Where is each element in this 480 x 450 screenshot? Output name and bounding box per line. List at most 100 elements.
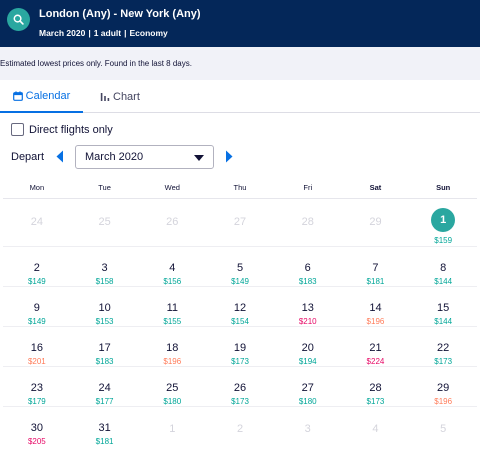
calendar-day-outside-month: 28: [274, 199, 342, 246]
tab-chart[interactable]: Chart: [100, 80, 140, 113]
calendar-day[interactable]: 19 $173: [206, 327, 274, 366]
calendar-day-outside-month: 27: [206, 199, 274, 246]
day-price: $210: [298, 317, 317, 326]
calendar-day[interactable]: 25 $180: [138, 367, 206, 406]
calendar-day-outside-month: 24: [3, 199, 71, 246]
calendar-day[interactable]: 15 $144: [409, 287, 477, 326]
search-button[interactable]: [7, 8, 30, 31]
day-price: $196: [366, 317, 385, 326]
calendar-day[interactable]: 24 $177: [71, 367, 139, 406]
day-number: 24: [98, 382, 111, 394]
day-price: $173: [434, 357, 453, 366]
day-price: $196: [163, 357, 182, 366]
direct-flights-filter[interactable]: Direct flights only: [11, 123, 113, 136]
calendar-day[interactable]: 2 $149: [3, 247, 71, 286]
calendar-day[interactable]: 16 $201: [3, 327, 71, 366]
day-number: 21: [369, 342, 382, 354]
calendar-day[interactable]: 20 $194: [274, 327, 342, 366]
weekday-wed: Wed: [164, 183, 180, 192]
day-number: 22: [437, 342, 450, 354]
day-price: $149: [27, 277, 46, 286]
calendar-day[interactable]: 28 $173: [342, 367, 410, 406]
day-number: 8: [440, 262, 447, 274]
search-summary-header: London (Any) - New York (Any) March 2020…: [0, 0, 480, 47]
calendar-week: 16 $201 17 $183 18 $196 19 $173 20 $194 21 $224 22 $1…: [3, 327, 477, 367]
weekday-header: Mon Tue Wed Thu Fri Sat Sun: [3, 183, 477, 195]
weekday-tue: Tue: [98, 183, 111, 192]
calendar-day[interactable]: 8 $144: [409, 247, 477, 286]
day-number: 4: [169, 262, 176, 274]
day-number: 30: [30, 422, 43, 434]
chevron-left-icon: [56, 150, 63, 163]
day-number: 28: [369, 382, 382, 394]
day-number: 5: [236, 262, 244, 274]
day-number: 18: [166, 342, 179, 354]
day-price: $224: [366, 357, 385, 366]
calendar-day-selected[interactable]: 1 $159: [409, 199, 477, 246]
day-number: 27: [233, 216, 247, 228]
day-number: 26: [233, 382, 247, 394]
day-price: $154: [231, 317, 249, 326]
calendar-day[interactable]: 4 $156: [138, 247, 206, 286]
calendar-day[interactable]: 29 $196: [409, 367, 477, 406]
calendar-day[interactable]: 14 $196: [342, 287, 410, 326]
calendar-day[interactable]: 7 $181: [342, 247, 410, 286]
tab-calendar[interactable]: Calendar: [0, 80, 83, 113]
next-month-button[interactable]: [225, 150, 233, 168]
calendar-day[interactable]: 27 $180: [274, 367, 342, 406]
trip-passengers: 1 adult: [93, 28, 122, 38]
calendar-day[interactable]: 5 $149: [206, 247, 274, 286]
day-number: 7: [372, 262, 379, 274]
calendar-day[interactable]: 31 $181: [71, 407, 139, 447]
day-number: 10: [98, 302, 111, 314]
day-price: $194: [298, 357, 317, 366]
day-price: $201: [27, 357, 46, 366]
calendar-day[interactable]: 22 $173: [409, 327, 477, 366]
direct-flights-checkbox[interactable]: [11, 123, 24, 136]
calendar-day[interactable]: 30 $205: [3, 407, 71, 447]
calendar-day[interactable]: 11 $155: [138, 287, 206, 326]
day-number: 16: [30, 342, 43, 354]
calendar-day[interactable]: 3 $158: [71, 247, 139, 286]
day-number: 24: [30, 216, 43, 228]
calendar-day[interactable]: 13 $210: [274, 287, 342, 326]
day-number: 5: [440, 423, 447, 435]
day-number: 2: [33, 262, 40, 274]
calendar-day[interactable]: 18 $196: [138, 327, 206, 366]
direct-flights-label: Direct flights only: [29, 123, 113, 136]
calendar-grid: 24 25 26 27 28 29 1 $159 2 $149 3 $158 4 $156 5 $149 6 $1…: [3, 198, 477, 447]
calendar-day[interactable]: 9 $149: [3, 287, 71, 326]
day-number: 28: [301, 216, 314, 228]
day-number: 15: [437, 302, 450, 314]
previous-month-button[interactable]: [56, 150, 64, 168]
day-price: $159: [434, 236, 453, 245]
calendar-day[interactable]: 10 $153: [71, 287, 139, 326]
trip-details: March 2020 | 1 adult | Economy: [39, 28, 168, 38]
calendar-day[interactable]: 17 $183: [71, 327, 139, 366]
calendar-day-outside-month: 3: [274, 407, 342, 447]
day-number: 25: [166, 382, 179, 394]
day-price: $183: [95, 357, 114, 366]
calendar-day[interactable]: 26 $173: [206, 367, 274, 406]
day-price: $173: [366, 397, 385, 406]
calendar-day-outside-month: 2: [206, 407, 274, 447]
day-number: 1: [431, 208, 456, 232]
trip-cabin: Economy: [129, 28, 168, 38]
route-title: London (Any) - New York (Any): [39, 8, 201, 20]
calendar-day[interactable]: 6 $183: [274, 247, 342, 286]
calendar-day[interactable]: 12 $154: [206, 287, 274, 326]
weekday-mon: Mon: [29, 183, 45, 192]
day-price: $144: [434, 317, 453, 326]
day-number: 27: [301, 382, 314, 394]
day-number: 11: [166, 302, 178, 314]
day-price: $158: [95, 277, 114, 286]
day-number: 31: [98, 422, 111, 434]
calendar-day[interactable]: 23 $179: [3, 367, 71, 406]
calendar-day[interactable]: 21 $224: [342, 327, 410, 366]
month-select[interactable]: March 2020: [75, 145, 214, 169]
calendar-week: 2 $149 3 $158 4 $156 5 $149 6 $183 7 $181 8 $144: [3, 247, 477, 287]
day-number: 29: [369, 216, 382, 228]
day-price: $180: [163, 397, 182, 406]
day-number: 26: [166, 216, 179, 228]
day-price: $179: [27, 397, 46, 406]
